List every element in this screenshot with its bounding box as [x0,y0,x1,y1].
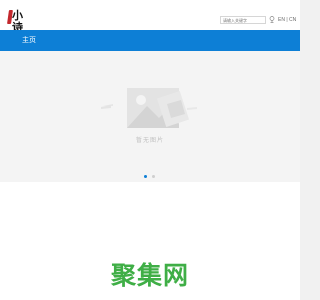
search-input[interactable] [221,17,269,23]
no-image-text: 暂无图片 [135,138,164,144]
image-placeholder-icon [101,88,197,128]
lang-separator: | [286,17,288,23]
search-icon[interactable] [269,16,275,23]
top-header: 小诗 NEWS EN | CN [0,0,300,34]
main-nav: 主页 [0,30,300,51]
logo-subtext: NEWS [13,23,22,27]
lang-en[interactable]: EN [278,17,285,23]
search-field[interactable] [220,16,269,24]
nav-item-home[interactable]: 主页 [22,37,36,45]
carousel-dot-1[interactable] [144,175,147,178]
language-switcher: EN | CN [278,17,296,23]
site-logo[interactable]: 小诗 NEWS [7,10,23,34]
lang-cn[interactable]: CN [289,17,296,23]
carousel-dot-2[interactable] [152,175,155,178]
footer-watermark: 聚集网 [110,261,189,290]
